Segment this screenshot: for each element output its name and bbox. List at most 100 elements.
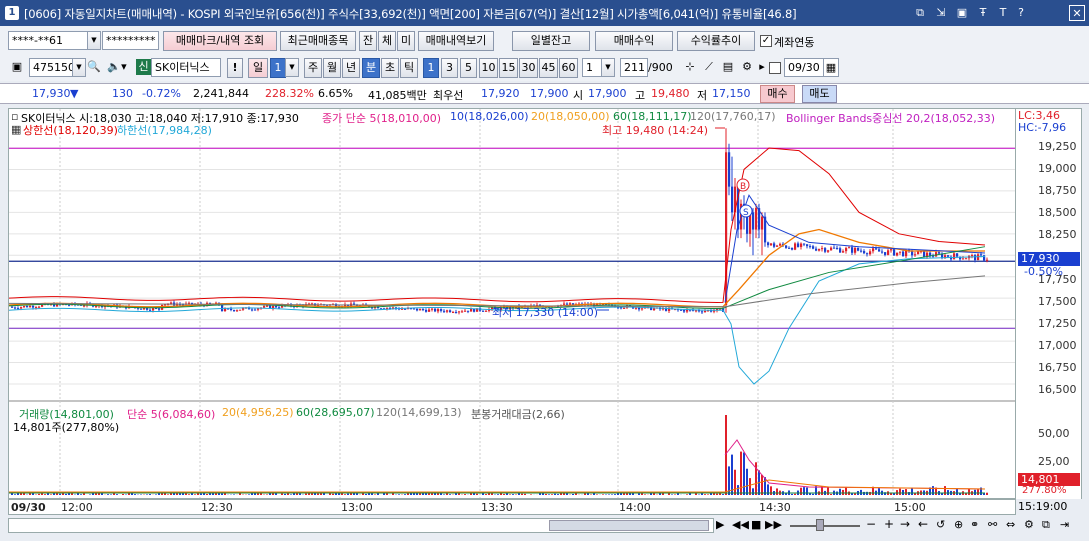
interval-45[interactable]: 45 (539, 58, 558, 78)
horizontal-scrollbar[interactable] (8, 518, 714, 533)
scrollbar-thumb[interactable] (549, 520, 709, 531)
copy-icon[interactable]: ⧉ (1042, 518, 1050, 532)
multiplier-input[interactable]: 1 (582, 58, 602, 77)
interval-1[interactable]: 1 (423, 58, 439, 78)
zoom-out-icon[interactable]: − (866, 517, 876, 531)
filled-button[interactable]: 체 (378, 31, 396, 51)
period-dropdown-icon[interactable]: ▼ (285, 58, 299, 77)
link-icon[interactable]: ⚭ (970, 518, 979, 531)
volume-bar (62, 493, 64, 495)
save-icon[interactable]: ▤ (719, 58, 737, 78)
volume-bar (602, 494, 604, 495)
calendar-icon[interactable]: ▦ (823, 58, 839, 77)
close-icon[interactable]: ✕ (1069, 5, 1085, 21)
candle-body (473, 308, 476, 312)
interval-10[interactable]: 10 (479, 58, 498, 78)
date-checkbox[interactable] (769, 62, 781, 74)
zoom-in-icon[interactable]: + (884, 517, 894, 531)
interval-60[interactable]: 60 (559, 58, 578, 78)
search-icon[interactable]: 🔍 (86, 58, 102, 78)
font-size-icon[interactable]: Ŧ (975, 5, 991, 21)
recent-trades-button[interactable]: 최근매매종목 (280, 31, 356, 51)
stock-code-input[interactable]: 475150 (29, 58, 74, 77)
candle-body (26, 306, 29, 308)
password-input[interactable]: ********* (102, 31, 159, 50)
return-trend-button[interactable]: 수익률추이 (677, 31, 755, 51)
interval-3[interactable]: 3 (441, 58, 458, 78)
zoom-slider-thumb[interactable] (816, 519, 824, 531)
interval-30[interactable]: 30 (519, 58, 538, 78)
volume-bar (50, 494, 52, 495)
trade-mark-query-button[interactable]: 매매마크/내역 조회 (163, 31, 277, 51)
rewind-icon[interactable]: ◀◀ (732, 518, 749, 531)
expand-icon[interactable]: ⇔ (1006, 518, 1015, 531)
help-icon[interactable]: ? (1013, 5, 1029, 21)
interval-15[interactable]: 15 (499, 58, 518, 78)
grid-icon[interactable]: ▦ (11, 123, 21, 136)
period-day-count[interactable]: 1 (270, 58, 286, 78)
volume-bar (344, 494, 346, 495)
legend-collapse-icon[interactable]: ▫ (11, 110, 18, 123)
period-second[interactable]: 초 (381, 58, 399, 78)
time-1430: 14:30 (759, 501, 791, 514)
interval-5[interactable]: 5 (460, 58, 477, 78)
daily-balance-button[interactable]: 일별잔고 (512, 31, 590, 51)
period-day[interactable]: 일 (248, 58, 268, 78)
view-trades-button[interactable]: 매매내역보기 (418, 31, 494, 51)
period-year[interactable]: 년 (342, 58, 360, 78)
unfilled-button[interactable]: 미 (397, 31, 415, 51)
trade-profit-button[interactable]: 매매수익 (595, 31, 673, 51)
period-tick[interactable]: 틱 (400, 58, 418, 78)
fast-forward-icon[interactable]: ▶▶ (765, 518, 782, 531)
candle-body (917, 251, 920, 255)
candle-body (971, 255, 974, 257)
zoom-slider[interactable] (790, 525, 860, 527)
layout-icon[interactable]: ▣ (8, 58, 26, 78)
magnify-icon[interactable]: ⊕ (954, 518, 963, 531)
multiplier-dropdown-icon[interactable]: ▼ (601, 58, 615, 77)
exit-icon[interactable]: ⇥ (1060, 518, 1069, 531)
stock-name-field[interactable]: SK이터닉스 (151, 58, 221, 77)
candle-body (899, 251, 902, 253)
buy-button[interactable]: 매수 (760, 85, 795, 103)
volume-bar (794, 493, 796, 495)
volume-bar (944, 486, 946, 495)
period-month[interactable]: 월 (323, 58, 341, 78)
compare-icon[interactable]: ⚯ (988, 518, 997, 531)
chart-settings-icon[interactable]: ⚙ (1024, 518, 1034, 531)
volume-bar (299, 493, 301, 495)
volume-bar (161, 493, 163, 495)
legend-upper: 상한선(18,120,39) (23, 124, 118, 137)
arrow-right-icon[interactable]: → (900, 517, 910, 531)
date-input[interactable]: 09/30 (784, 58, 824, 77)
crosshair-icon[interactable]: ⊹ (681, 58, 699, 78)
arrow-left-icon[interactable]: ← (918, 517, 928, 531)
tile-icon[interactable]: ▣ (954, 5, 970, 21)
text-icon[interactable]: T (995, 5, 1011, 21)
restore-icon[interactable]: ⧉ (912, 5, 928, 21)
buy-mark-label: B (740, 182, 746, 192)
legend-bollinger: Bollinger Bands중심선 20,2(18,052,33) (786, 112, 996, 125)
period-week[interactable]: 주 (304, 58, 322, 78)
speaker-icon[interactable]: 🔈▾ (104, 58, 130, 78)
gear-icon[interactable]: ⚙ (738, 58, 756, 78)
sell-button[interactable]: 매도 (802, 85, 837, 103)
bar-count-input[interactable]: 211 (620, 58, 648, 77)
account-dropdown-icon[interactable]: ▼ (87, 31, 101, 50)
period-minute[interactable]: 분 (362, 58, 380, 78)
chevron-right-icon[interactable]: ▸ (757, 58, 767, 78)
volume-bar (827, 486, 829, 495)
pin-icon[interactable]: ⇲ (933, 5, 949, 21)
draw-tool-icon[interactable]: ⟋ (700, 58, 718, 78)
volume-bar (128, 493, 130, 495)
alert-button[interactable]: ! (227, 58, 243, 78)
stop-icon[interactable]: ■ (751, 518, 761, 531)
code-dropdown-icon[interactable]: ▼ (72, 58, 86, 77)
scroll-right-icon[interactable]: ▶ (716, 518, 724, 531)
reset-icon[interactable]: ↺ (936, 518, 945, 531)
balance-button[interactable]: 잔 (359, 31, 377, 51)
account-link-checkbox[interactable]: ✓ (760, 35, 772, 47)
chart-area[interactable]: BS ▫ SK이터닉스 시:18,030 고:18,040 저:17,910 종… (8, 108, 1016, 499)
account-input[interactable]: ****-**61 (8, 31, 88, 50)
candle-body (449, 310, 452, 313)
